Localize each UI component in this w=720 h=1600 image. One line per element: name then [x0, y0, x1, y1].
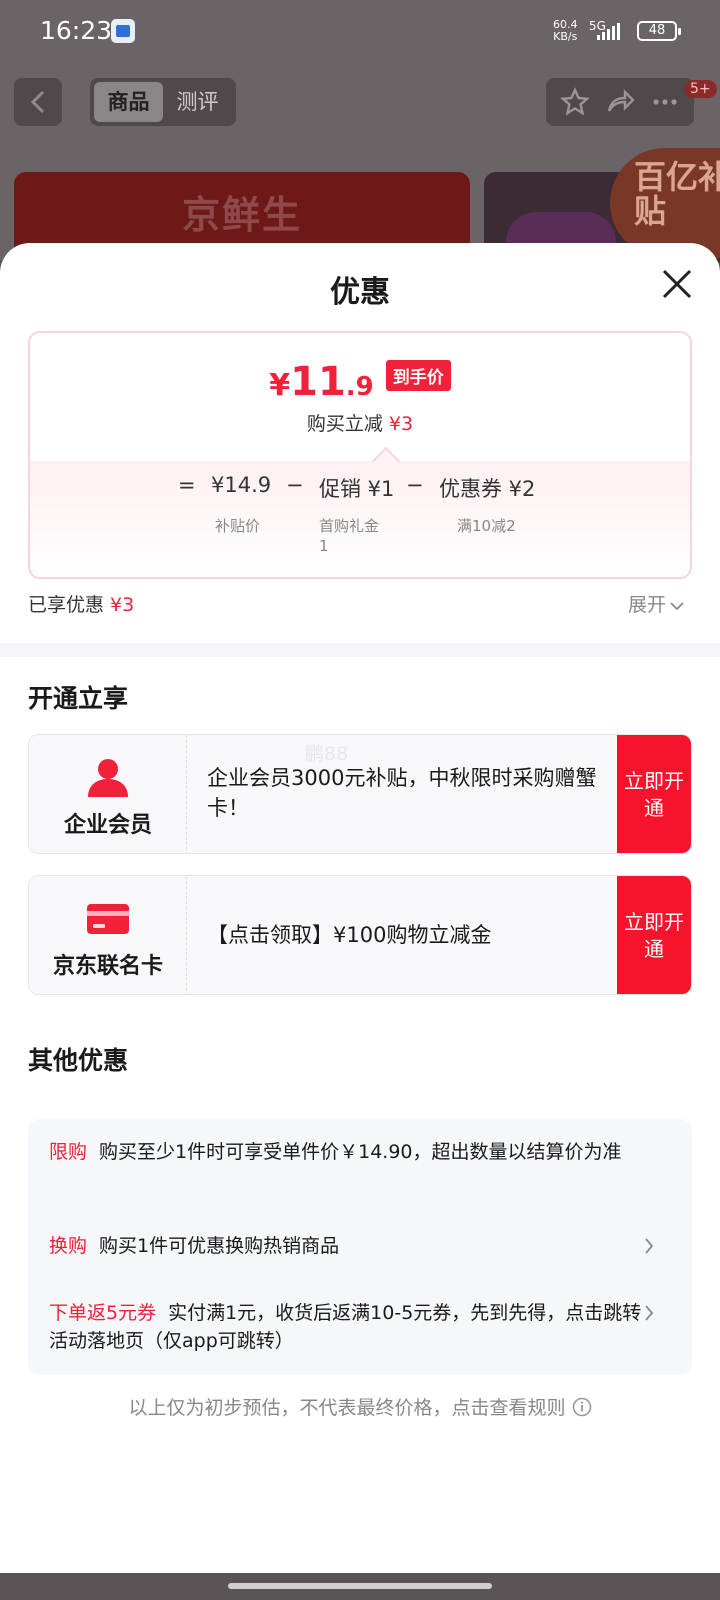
offer-tag: 下单返5元券: [49, 1302, 157, 1324]
co-brand-card[interactable]: 京东联名卡 【点击领取】¥100购物立减金 立即开通: [28, 875, 692, 995]
offer-row-limit: 限购 购买至少1件时可享受单件价￥14.90，超出数量以结算价为准: [49, 1138, 649, 1166]
co-brand-card-label: 京东联名卡: [52, 954, 163, 979]
net-speed-unit: KB/s: [553, 30, 578, 43]
open-member-button[interactable]: 立即开通: [617, 735, 691, 853]
promotion-label-line2: 1: [319, 537, 329, 555]
price-breakdown-card: ¥11.9 到手价 购买立减 ¥3 = ¥14.9 − 促销 ¥1 − 优惠券 ¥2…: [28, 331, 692, 579]
section-divider: [0, 643, 720, 657]
info-icon: [572, 1397, 591, 1417]
watermark: 鹏88: [305, 743, 349, 765]
final-price: ¥11.9 到手价: [30, 359, 690, 405]
buy-reduce-amount: ¥3: [388, 413, 414, 435]
offer-row-exchange[interactable]: 换购 购买1件可优惠换购热销商品: [49, 1232, 649, 1260]
buy-reduce-line: 购买立减 ¥3: [30, 409, 690, 436]
enjoyed-amount: ¥3: [110, 594, 135, 616]
promotion-label: 首购礼金: [319, 517, 380, 535]
offer-text: 购买1件可优惠换购热销商品: [99, 1235, 340, 1257]
enterprise-member-card[interactable]: 企业会员 企业会员3000元补贴，中秋限时采购赠蟹卡！ 立即开通: [28, 734, 692, 854]
open-section-title: 开通立享: [28, 684, 129, 713]
enjoyed-label: 已享优惠: [28, 594, 105, 616]
notification-badge: 5+: [684, 80, 717, 98]
offer-tag: 限购: [49, 1141, 88, 1163]
minus-sign: −: [406, 473, 424, 497]
other-section-title: 其他优惠: [28, 1046, 129, 1075]
system-nav-bar: [0, 1573, 720, 1600]
rules-footnote[interactable]: 以上仅为初步预估，不代表最终价格，点击查看规则: [0, 1393, 720, 1420]
coupon-label: 满10减2: [457, 517, 516, 535]
battery-icon: 48: [637, 21, 681, 41]
chevron-right-icon: [645, 1238, 654, 1254]
person-icon: [88, 759, 128, 797]
final-price-tag: 到手价: [385, 360, 451, 391]
other-offers-list: 限购 购买至少1件时可享受单件价￥14.90，超出数量以结算价为准 换购 购买1件可…: [28, 1119, 692, 1375]
member-card-left: 企业会员: [29, 735, 187, 853]
more-icon[interactable]: [650, 87, 680, 117]
sheet-title: 优惠: [330, 275, 390, 310]
header-actions: [546, 78, 694, 126]
share-icon[interactable]: [605, 87, 635, 117]
offer-tag: 换购: [49, 1235, 88, 1257]
star-icon[interactable]: [559, 87, 590, 117]
subsidy-badge: 百亿补贴: [610, 148, 720, 258]
enjoyed-discount: 已享优惠 ¥3: [28, 590, 134, 617]
offer-text: 购买至少1件时可享受单件价￥14.90，超出数量以结算价为准: [99, 1141, 622, 1163]
status-bar: 16:23 60.4 KB/s 5G 48: [0, 0, 720, 62]
equals-sign: =: [178, 473, 196, 497]
status-time: 16:23: [40, 16, 113, 45]
app-notification-icon: [111, 19, 135, 43]
member-card-label: 企业会员: [63, 813, 152, 838]
credit-card-icon: [87, 904, 129, 934]
signal-icon: [597, 22, 620, 40]
discount-sheet: 优惠 ¥11.9 到手价 购买立减 ¥3 = ¥14.9 − 促销 ¥1 − 优惠券…: [0, 243, 720, 1573]
subsidy-price: ¥14.9: [211, 473, 272, 497]
buy-reduce-label: 购买立减: [306, 413, 383, 435]
tab-review[interactable]: 测评: [163, 82, 232, 122]
banner-title: 京鲜生: [181, 193, 302, 237]
expand-button[interactable]: 展开: [628, 590, 684, 617]
offer-row-coupon-return[interactable]: 下单返5元券 实付满1元，收货后返满10-5元券，先到先得，点击跳转活动落地页（仅…: [49, 1299, 649, 1355]
home-indicator[interactable]: [228, 1583, 492, 1589]
tab-product[interactable]: 商品: [94, 82, 163, 122]
product-tabs: 商品 测评: [90, 78, 236, 126]
currency-symbol: ¥: [269, 368, 291, 403]
open-co-brand-button[interactable]: 立即开通: [617, 876, 691, 994]
minus-sign: −: [286, 473, 304, 497]
coupon-amount: 优惠券 ¥2: [439, 477, 536, 501]
price-integer: 11: [290, 359, 346, 405]
co-brand-card-text: 【点击领取】¥100购物立减金: [207, 923, 492, 947]
footnote-text: 以上仅为初步预估，不代表最终价格，点击查看规则: [128, 1397, 566, 1419]
close-icon[interactable]: [660, 267, 694, 301]
member-card-text: 企业会员3000元补贴，中秋限时采购赠蟹卡！: [207, 766, 597, 820]
price-decimal: .9: [345, 372, 374, 402]
chevron-right-icon: [645, 1305, 654, 1321]
back-button[interactable]: [14, 78, 62, 126]
promotion-amount: 促销 ¥1: [319, 477, 395, 501]
expand-label: 展开: [628, 594, 667, 616]
back-icon: [30, 90, 45, 114]
network-speed: 60.4 KB/s: [553, 19, 578, 43]
co-brand-card-left: 京东联名卡: [29, 876, 187, 994]
chevron-down-icon: [670, 601, 684, 610]
subsidy-price-label: 补贴价: [215, 517, 261, 535]
